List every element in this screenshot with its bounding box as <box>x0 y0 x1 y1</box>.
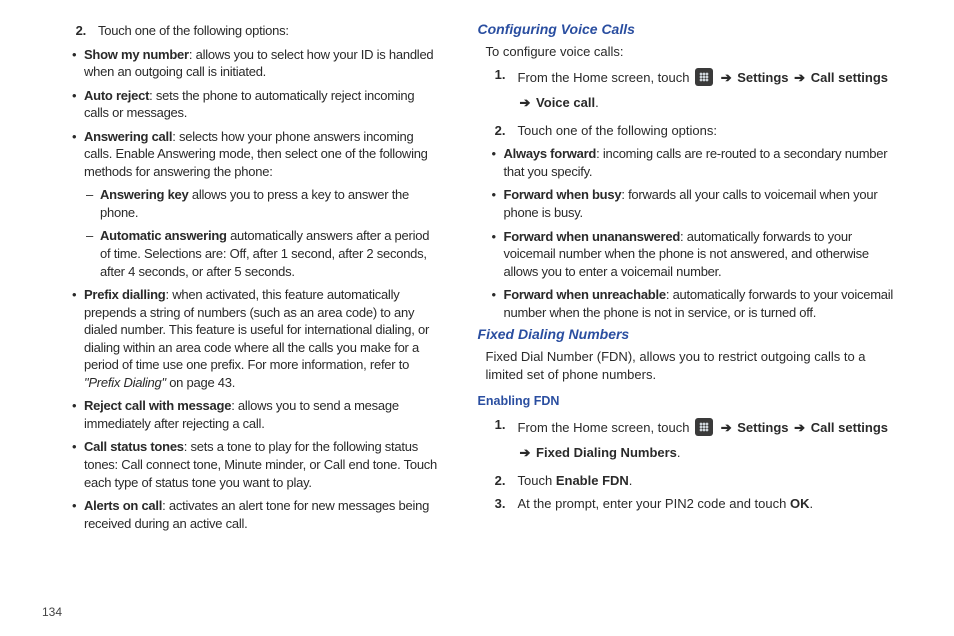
bullet-dot: • <box>492 286 504 321</box>
arrow-icon: ➔ <box>719 420 734 435</box>
page-number: 134 <box>42 604 62 620</box>
step-text: Touch one of the following options: <box>506 122 896 140</box>
menu-path-settings: Settings <box>737 70 788 85</box>
step-text: From the Home screen, touch <box>518 420 694 435</box>
dash-answering-key: – Answering key allows you to press a ke… <box>58 186 442 221</box>
fdn-step-3: 3. At the prompt, enter your PIN2 code a… <box>478 495 896 513</box>
right-column: Configuring Voice Calls To configure voi… <box>460 16 914 626</box>
fdn-step-2: 2. Touch Enable FDN. <box>478 472 896 490</box>
step-text: At the prompt, enter your PIN2 code and … <box>518 496 790 511</box>
voice-step-2: 2. Touch one of the following options: <box>478 122 896 140</box>
step-number: 1. <box>478 416 506 465</box>
option-label: Auto reject <box>84 88 149 103</box>
bullet-always-forward: • Always forward: incoming calls are re-… <box>478 145 896 180</box>
bullet-auto-reject: • Auto reject: sets the phone to automat… <box>58 87 442 122</box>
step-text: From the Home screen, touch <box>518 70 694 85</box>
option-label: Answering key <box>100 187 189 202</box>
step-text: Touch <box>518 473 556 488</box>
bullet-dot: • <box>72 128 84 181</box>
step-number: 1. <box>478 66 506 115</box>
dash-automatic-answering: – Automatic answering automatically answ… <box>58 227 442 280</box>
arrow-icon: ➔ <box>719 70 734 85</box>
option-label: Show my number <box>84 47 189 62</box>
step-number: 2. <box>478 122 506 140</box>
heading-fixed-dialing-numbers: Fixed Dialing Numbers <box>478 325 896 344</box>
option-label: Forward when unreachable <box>504 287 666 302</box>
arrow-icon: ➔ <box>518 445 533 460</box>
bullet-answering-call: • Answering call: selects how your phone… <box>58 128 442 181</box>
fdn-step-1: 1. From the Home screen, touch ➔ Setting… <box>478 416 896 465</box>
step-number: 2. <box>478 472 506 490</box>
bullet-reject-call-message: • Reject call with message: allows you t… <box>58 397 442 432</box>
step-number: 2. <box>58 22 86 40</box>
step-text: Touch one of the following options: <box>86 22 442 40</box>
option-label: Automatic answering <box>100 228 227 243</box>
menu-path-call-settings: Call settings <box>811 420 888 435</box>
voice-step-1: 1. From the Home screen, touch ➔ Setting… <box>478 66 896 115</box>
bullet-dot: • <box>72 286 84 391</box>
bullet-dot: • <box>72 397 84 432</box>
menu-path-settings: Settings <box>737 420 788 435</box>
option-label: Forward when busy <box>504 187 622 202</box>
option-label: Alerts on call <box>84 498 162 513</box>
option-label: Answering call <box>84 129 172 144</box>
step-number: 3. <box>478 495 506 513</box>
bullet-forward-when-busy: • Forward when busy: forwards all your c… <box>478 186 896 221</box>
apps-icon <box>695 68 713 86</box>
cross-reference: "Prefix Dialing" <box>84 375 166 390</box>
option-label: Prefix dialling <box>84 287 166 302</box>
arrow-icon: ➔ <box>518 95 533 110</box>
bullet-dot: • <box>72 46 84 81</box>
arrow-icon: ➔ <box>792 420 807 435</box>
dash-mark: – <box>86 186 100 221</box>
menu-path-call-settings: Call settings <box>811 70 888 85</box>
menu-path-fixed-dialing-numbers: Fixed Dialing Numbers <box>536 445 677 460</box>
bullet-forward-when-unreachable: • Forward when unreachable: automaticall… <box>478 286 896 321</box>
apps-icon <box>695 418 713 436</box>
heading-configuring-voice-calls: Configuring Voice Calls <box>478 20 896 39</box>
bullet-dot: • <box>72 497 84 532</box>
bullet-dot: • <box>72 87 84 122</box>
fdn-paragraph: Fixed Dial Number (FDN), allows you to r… <box>486 348 896 383</box>
option-label: Reject call with message <box>84 398 231 413</box>
bullet-dot: • <box>72 438 84 491</box>
bullet-forward-when-unanswered: • Forward when unananswered: automatical… <box>478 228 896 281</box>
bullet-show-my-number: • Show my number: allows you to select h… <box>58 46 442 81</box>
option-label: Call status tones <box>84 439 184 454</box>
menu-path-voice-call: Voice call <box>536 95 595 110</box>
heading-enabling-fdn: Enabling FDN <box>478 393 896 410</box>
voice-calls-intro: To configure voice calls: <box>486 43 896 61</box>
left-column: 2. Touch one of the following options: •… <box>40 16 460 626</box>
dash-mark: – <box>86 227 100 280</box>
bullet-dot: • <box>492 145 504 180</box>
arrow-icon: ➔ <box>792 70 807 85</box>
bullet-dot: • <box>492 228 504 281</box>
bullet-call-status-tones: • Call status tones: sets a tone to play… <box>58 438 442 491</box>
option-label: Forward when unananswered <box>504 229 681 244</box>
step-2: 2. Touch one of the following options: <box>58 22 442 40</box>
bullet-prefix-dialling: • Prefix dialling: when activated, this … <box>58 286 442 391</box>
bullet-alerts-on-call: • Alerts on call: activates an alert ton… <box>58 497 442 532</box>
option-label: Always forward <box>504 146 597 161</box>
bullet-dot: • <box>492 186 504 221</box>
option-label: Enable FDN <box>556 473 629 488</box>
option-text: on page 43. <box>166 375 235 390</box>
manual-page: 2. Touch one of the following options: •… <box>0 0 954 636</box>
option-label: OK <box>790 496 810 511</box>
